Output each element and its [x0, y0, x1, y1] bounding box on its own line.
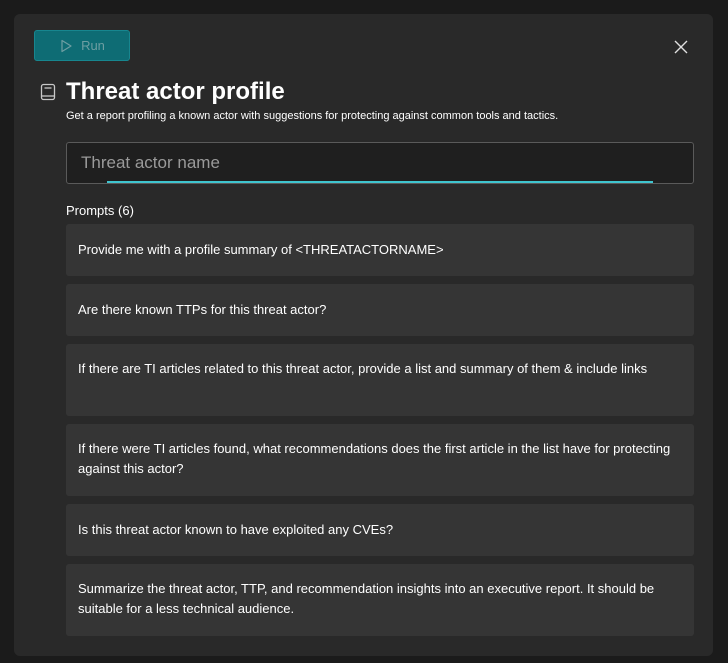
prompt-list: Provide me with a profile summary of <TH… — [66, 224, 694, 644]
close-icon — [674, 40, 688, 54]
run-button-label: Run — [81, 38, 105, 53]
prompt-card[interactable]: Provide me with a profile summary of <TH… — [66, 224, 694, 276]
threat-actor-name-input[interactable] — [67, 143, 693, 183]
prompt-text: If there are TI articles related to this… — [78, 361, 648, 376]
prompt-text: Are there known TTPs for this threat act… — [78, 302, 327, 317]
title-row: Threat actor profile — [40, 78, 285, 106]
close-button[interactable] — [670, 36, 692, 58]
page-subtitle: Get a report profiling a known actor wit… — [66, 110, 559, 122]
prompt-text: If there were TI articles found, what re… — [78, 441, 671, 476]
prompt-text: Is this threat actor known to have explo… — [78, 522, 394, 537]
book-icon — [40, 83, 56, 101]
prompt-text: Summarize the threat actor, TTP, and rec… — [78, 581, 655, 616]
prompt-card[interactable]: Is this threat actor known to have explo… — [66, 504, 694, 556]
prompt-text: Provide me with a profile summary of <TH… — [78, 242, 444, 257]
prompt-book-dialog: Run Threat actor profile Get a report pr… — [14, 14, 713, 656]
threat-actor-name-field[interactable] — [66, 142, 694, 184]
page-title: Threat actor profile — [66, 78, 285, 105]
prompts-count-label: Prompts (6) — [66, 203, 134, 218]
input-focus-underline — [107, 181, 653, 183]
prompt-card[interactable]: Summarize the threat actor, TTP, and rec… — [66, 564, 694, 636]
prompt-card[interactable]: If there were TI articles found, what re… — [66, 424, 694, 496]
play-icon — [61, 39, 72, 52]
run-button[interactable]: Run — [34, 30, 130, 61]
prompt-card[interactable]: Are there known TTPs for this threat act… — [66, 284, 694, 336]
prompt-card[interactable]: If there are TI articles related to this… — [66, 344, 694, 416]
